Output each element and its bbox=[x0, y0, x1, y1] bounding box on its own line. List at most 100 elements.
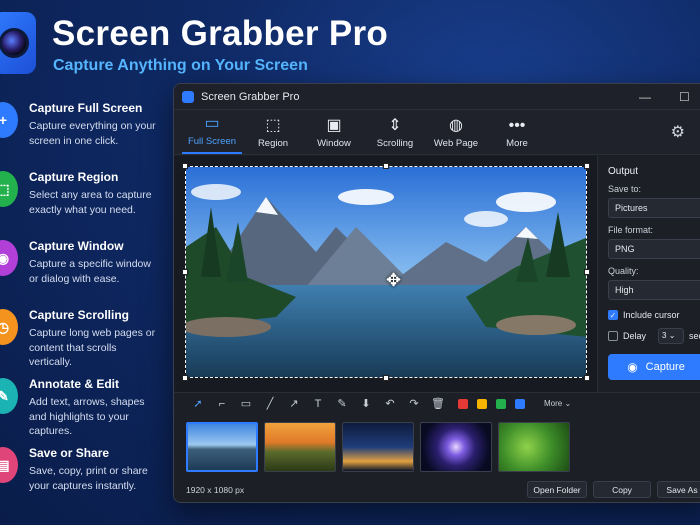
plus-icon: + bbox=[0, 102, 18, 138]
maximize-icon[interactable]: ☐ bbox=[679, 90, 690, 104]
redo-icon[interactable]: ↷ bbox=[402, 397, 426, 410]
thumbnail[interactable] bbox=[498, 422, 570, 472]
feature-desc: Capture long web pages or content that s… bbox=[29, 327, 156, 368]
captured-image[interactable]: ✥ bbox=[185, 166, 587, 378]
output-panel: Output Save to: Pictures File format: PN… bbox=[597, 156, 700, 392]
thumbnail[interactable] bbox=[342, 422, 414, 472]
feature-window: ◉ Capture Window Capture a specific wind… bbox=[0, 236, 170, 305]
more-dropdown[interactable]: More ⌄ bbox=[544, 399, 571, 408]
capture-history bbox=[174, 414, 700, 474]
window-icon: ▣ bbox=[326, 117, 342, 134]
include-cursor-checkbox[interactable]: ✓ bbox=[608, 310, 618, 320]
feature-region: ⬚ Capture Region Select any area to capt… bbox=[0, 167, 170, 236]
title-bar: Screen Grabber Pro — ☐ bbox=[174, 84, 700, 110]
gear-icon[interactable]: ⚙ bbox=[671, 122, 685, 142]
tab-scrolling[interactable]: ⇕ Scrolling bbox=[365, 109, 425, 154]
delay-row: Delay 3 ⌄ sec bbox=[608, 328, 700, 344]
rectangle-icon[interactable]: ▭ bbox=[234, 397, 258, 410]
feature-annotate: ✎ Annotate & Edit Add text, arrows, shap… bbox=[0, 374, 170, 443]
camera-icon: ◉ bbox=[0, 240, 18, 276]
save-as-button[interactable]: Save As bbox=[657, 481, 700, 498]
timer-icon: ◷ bbox=[0, 309, 18, 345]
pointer-icon[interactable]: ➚ bbox=[186, 397, 210, 410]
line-icon[interactable]: ╱ bbox=[258, 397, 282, 410]
text-icon[interactable]: T bbox=[306, 398, 330, 410]
resize-handle[interactable] bbox=[584, 163, 590, 169]
save-to-select[interactable]: Pictures bbox=[608, 198, 700, 218]
resize-handle[interactable] bbox=[383, 375, 389, 381]
thumbnail[interactable] bbox=[186, 422, 258, 472]
feature-desc: Add text, arrows, shapes and highlights … bbox=[29, 396, 145, 437]
feature-name: Capture Region bbox=[29, 170, 119, 184]
move-icon[interactable]: ✥ bbox=[386, 270, 401, 291]
tool-label: Region bbox=[257, 138, 289, 149]
delay-label: Delay bbox=[623, 331, 647, 341]
hero-subtitle: Capture Anything on Your Screen bbox=[53, 57, 308, 74]
globe-icon: ◍ bbox=[449, 117, 463, 134]
capture-button[interactable]: ◉ Capture bbox=[608, 354, 700, 380]
delay-unit: sec bbox=[689, 331, 700, 341]
annotation-toolbar: ➚ ⌐ ▭ ╱ ↗ T ✎ ⬇ ↶ ↷ 🗑 More ⌄ bbox=[174, 392, 700, 414]
monitor-icon: ▭ bbox=[204, 115, 220, 132]
tab-web-page[interactable]: ◍ Web Page bbox=[426, 109, 486, 154]
app-icon bbox=[182, 90, 194, 103]
feature-desc: Save, copy, print or share your captures… bbox=[29, 465, 148, 492]
hero-title: Screen Grabber Pro bbox=[52, 14, 389, 53]
feature-name: Save or Share bbox=[29, 446, 110, 460]
capture-button-label: Capture bbox=[645, 361, 685, 373]
camera-icon: ◉ bbox=[627, 360, 638, 374]
resize-handle[interactable] bbox=[584, 269, 590, 275]
resize-handle[interactable] bbox=[182, 269, 188, 275]
thumbnail[interactable] bbox=[420, 422, 492, 472]
copy-button[interactable]: Copy bbox=[593, 481, 651, 498]
delete-icon[interactable]: 🗑 bbox=[426, 397, 450, 410]
capture-toolbar: ▭ Full Screen ⬚ Region ▣ Window ⇕ Scroll… bbox=[174, 110, 700, 155]
feature-name: Capture Scrolling bbox=[29, 308, 130, 322]
open-folder-button[interactable]: Open Folder bbox=[527, 481, 587, 498]
color-swatch-green[interactable] bbox=[496, 398, 506, 409]
color-swatch-blue[interactable] bbox=[515, 398, 525, 409]
resolution-readout: 1920 x 1080 px bbox=[186, 485, 245, 495]
resize-handle[interactable] bbox=[182, 375, 188, 381]
tool-label: Scrolling bbox=[376, 138, 414, 149]
delay-select[interactable]: 3 ⌄ bbox=[658, 328, 685, 344]
tab-more[interactable]: ••• More bbox=[487, 109, 547, 154]
output-heading: Output bbox=[608, 166, 639, 177]
region-icon: ⬚ bbox=[0, 171, 18, 207]
capture-canvas: ✥ bbox=[174, 156, 597, 392]
format-label: File format: bbox=[608, 225, 654, 235]
minimize-icon[interactable]: — bbox=[639, 90, 651, 104]
status-bar: 1920 x 1080 px Open Folder Copy Save As bbox=[174, 476, 700, 502]
color-swatch-red[interactable] bbox=[458, 398, 468, 409]
resize-handle[interactable] bbox=[383, 163, 389, 169]
pencil-icon: ✎ bbox=[0, 378, 18, 414]
stamp-icon[interactable]: ⬇ bbox=[354, 397, 378, 410]
include-cursor-label: Include cursor bbox=[623, 310, 680, 320]
color-swatch-yellow[interactable] bbox=[477, 398, 487, 409]
save-to-label: Save to: bbox=[608, 184, 642, 194]
feature-scrolling: ◷ Capture Scrolling Capture long web pag… bbox=[0, 305, 170, 374]
feature-name: Annotate & Edit bbox=[29, 377, 119, 391]
quality-select[interactable]: High bbox=[608, 280, 700, 300]
scrolling-icon: ⇕ bbox=[388, 117, 402, 134]
thumbnail[interactable] bbox=[264, 422, 336, 472]
tab-region[interactable]: ⬚ Region bbox=[243, 109, 303, 154]
tool-label: More bbox=[506, 138, 528, 149]
resize-handle[interactable] bbox=[584, 375, 590, 381]
feature-name: Capture Full Screen bbox=[29, 101, 143, 115]
feature-desc: Capture a specific window or dialog with… bbox=[29, 258, 151, 285]
tool-label: Web Page bbox=[433, 138, 479, 149]
include-cursor-row: ✓ Include cursor bbox=[608, 310, 700, 320]
resize-handle[interactable] bbox=[182, 163, 188, 169]
tab-window[interactable]: ▣ Window bbox=[304, 109, 364, 154]
format-select[interactable]: PNG bbox=[608, 239, 700, 259]
window-title: Screen Grabber Pro bbox=[201, 90, 300, 103]
undo-icon[interactable]: ↶ bbox=[378, 397, 402, 410]
arrow-icon[interactable]: ↗ bbox=[282, 397, 306, 410]
delay-checkbox[interactable] bbox=[608, 331, 618, 341]
crop-icon[interactable]: ⌐ bbox=[210, 398, 234, 410]
tool-label: Full Screen bbox=[187, 136, 237, 147]
feature-name: Capture Window bbox=[29, 239, 124, 253]
pen-icon[interactable]: ✎ bbox=[330, 397, 354, 410]
tab-full-screen[interactable]: ▭ Full Screen bbox=[182, 109, 242, 154]
